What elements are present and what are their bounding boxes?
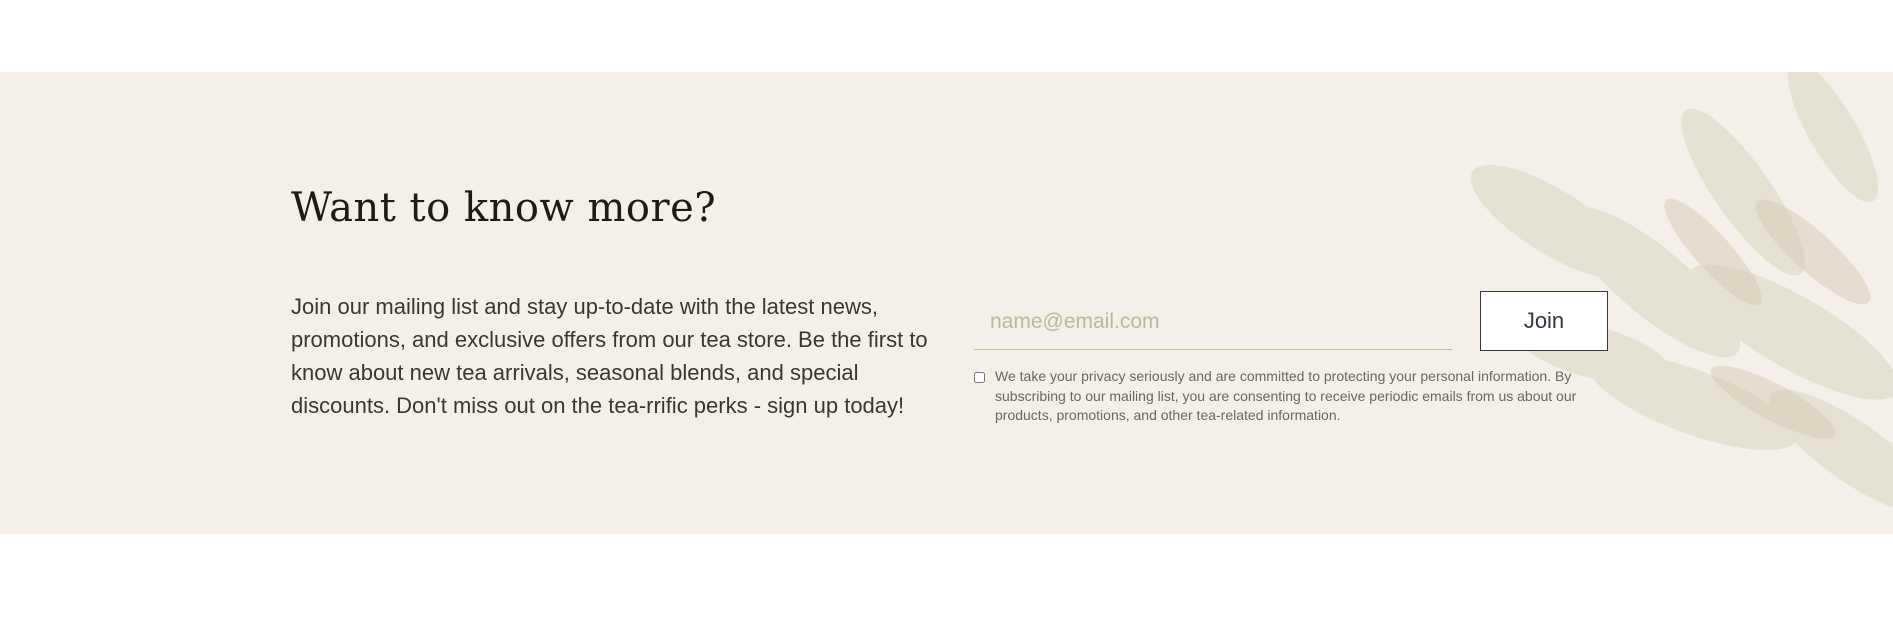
consent-checkbox[interactable] [974,372,985,383]
newsletter-section: Want to know more? Join our mailing list… [0,72,1893,534]
join-button[interactable]: Join [1480,291,1608,351]
email-input[interactable] [974,294,1452,350]
consent-text: We take your privacy seriously and are c… [995,368,1577,423]
section-description: Join our mailing list and stay up-to-dat… [291,294,928,418]
section-title: Want to know more? [291,185,717,231]
